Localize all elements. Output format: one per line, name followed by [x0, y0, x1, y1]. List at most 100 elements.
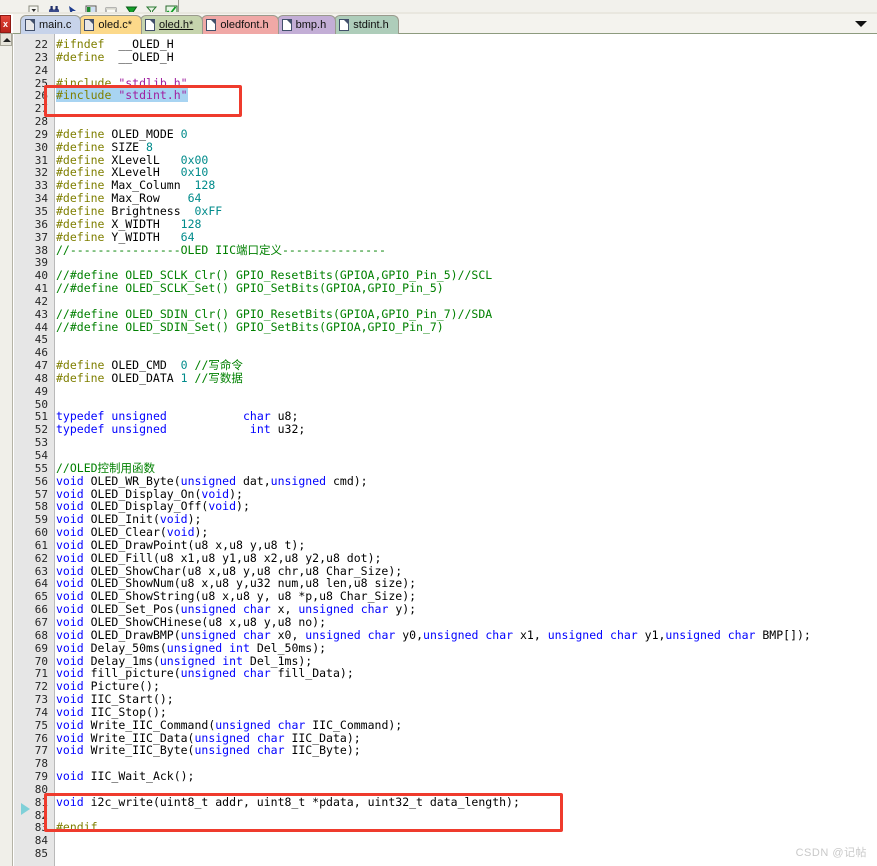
line-text[interactable]: //----------------OLED IIC端口定义----------… [48, 242, 386, 257]
green-check-icon[interactable] [165, 1, 178, 16]
arrow-icon[interactable] [68, 1, 78, 15]
close-icon[interactable]: x [0, 15, 11, 33]
code-token: void [56, 794, 84, 809]
code-token: unsigned [547, 627, 604, 642]
tab-label: oledfont.h [220, 19, 269, 31]
code-token: y); [388, 602, 417, 617]
code-token: u32; [270, 422, 306, 437]
code-token: //#define OLED_SDIN_Set() GPIO_SetBits(G… [56, 319, 444, 334]
code-token: char [610, 627, 638, 642]
dropdown-arrow-icon[interactable] [28, 1, 41, 15]
code-token: unsigned [194, 743, 250, 758]
code-line[interactable]: 81 void i2c_write(uint8_t addr, uint8_t *… [14, 794, 862, 809]
code-token: unsigned [423, 627, 479, 642]
code-line[interactable]: 53 [14, 436, 862, 449]
rectangle-icon[interactable] [105, 1, 118, 14]
code-line[interactable]: 52 typedef unsigned int u32; [14, 423, 862, 436]
code-line[interactable]: 49 [14, 385, 862, 398]
code-token: char [360, 602, 389, 617]
code-token: IIC_Byte); [284, 743, 361, 758]
file-icon [84, 19, 95, 31]
code-token: y0, [395, 627, 424, 642]
tab-oled-h-[interactable]: oled.h* [140, 15, 204, 34]
code-line[interactable]: 77 void Write_IIC_Byte(unsigned char IIC_… [14, 744, 862, 757]
file-icon [339, 19, 350, 31]
bookmark-marker-icon[interactable] [21, 803, 30, 815]
tab-label: oled.c* [98, 19, 133, 31]
bookmark-icon[interactable] [85, 1, 98, 16]
code-line[interactable]: 38//----------------OLED IIC端口定义--------… [14, 242, 862, 257]
editor-tabs: main.c oled.c* oled.h* oledfont.h bmp.h stdin… [20, 14, 399, 34]
tab-label: main.c [39, 19, 72, 31]
code-token: int [249, 422, 271, 437]
code-token: #include [56, 88, 112, 103]
code-line[interactable]: 79 void IIC_Wait_Ack(); [14, 770, 862, 783]
tab-label: bmp.h [295, 19, 327, 31]
code-token: #endif [56, 820, 98, 835]
code-token: x1, [513, 627, 548, 642]
line-text[interactable]: //#define OLED_SCLK_Set() GPIO_SetBits(G… [48, 282, 444, 295]
code-line[interactable]: 44//#define OLED_SDIN_Set() GPIO_SetBits… [14, 319, 862, 334]
line-text[interactable]: #endif [48, 821, 98, 834]
line-text[interactable]: typedef unsigned int u32; [48, 423, 305, 436]
code-token: cmd); [326, 473, 368, 488]
code-content[interactable]: 22 #ifndef __OLED_H 23 #define __OLED_H 24 25… [14, 38, 862, 860]
code-line[interactable]: 45 [14, 333, 862, 347]
code-line[interactable]: 26 #include "stdint.h" [14, 88, 862, 103]
file-icon [145, 19, 156, 31]
code-line[interactable]: 41//#define OLED_SCLK_Set() GPIO_SetBits… [14, 282, 862, 295]
watermark: CSDN @记帖 [795, 847, 867, 859]
tab-label: oled.h* [159, 19, 194, 31]
file-icon [206, 19, 217, 31]
code-token: void [208, 499, 237, 514]
line-text[interactable]: //#define OLED_SDIN_Set() GPIO_SetBits(G… [48, 319, 444, 334]
green-diamond-down-icon[interactable] [125, 1, 138, 16]
tab-oled-c-[interactable]: oled.c* [79, 15, 143, 34]
line-text[interactable]: void IIC_Wait_Ack(); [48, 770, 194, 783]
tab-stdint-h[interactable]: stdint.h [334, 15, 399, 34]
code-line[interactable]: 83 #endif [14, 821, 862, 834]
code-token: //----------------OLED IIC端口定义----------… [56, 242, 386, 257]
binoculars-icon[interactable] [48, 1, 61, 14]
code-line[interactable]: 85 [14, 847, 862, 860]
chevron-down-icon[interactable] [855, 18, 867, 30]
code-editor[interactable]: 22 #ifndef __OLED_H 23 #define __OLED_H 24 25… [14, 34, 862, 866]
code-line[interactable]: 23 #define __OLED_H [14, 49, 862, 64]
code-token: IIC_Wait_Ack(); [83, 769, 195, 784]
editor-right-margin [862, 34, 877, 866]
file-icon [25, 19, 35, 31]
code-token: #define [56, 370, 105, 385]
code-token: fill_Data); [270, 666, 354, 681]
code-line[interactable]: 82 [14, 809, 862, 822]
code-token: unsigned [180, 666, 237, 681]
code-token: OLED_DATA [104, 370, 181, 385]
left-rail [0, 33, 13, 866]
code-token: ); [236, 499, 250, 514]
code-line[interactable]: 84 [14, 834, 862, 847]
code-token: BMP[]); [755, 627, 811, 642]
code-token: //写数据 [194, 370, 243, 385]
line-text[interactable]: #define __OLED_H [48, 49, 174, 64]
scroll-up-button[interactable] [0, 33, 12, 46]
line-text[interactable]: #define OLED_DATA 1 //写数据 [48, 372, 243, 385]
code-line[interactable]: 48 #define OLED_DATA 1 //写数据 [14, 372, 862, 385]
filter-icon[interactable] [145, 1, 158, 15]
line-text[interactable]: void i2c_write(uint8_t addr, uint8_t *pd… [48, 794, 520, 809]
tab-bmp-h[interactable]: bmp.h [276, 15, 337, 34]
code-token: char [367, 627, 396, 642]
code-token: "stdint.h" [118, 88, 188, 103]
tab-main-c[interactable]: main.c [20, 15, 82, 34]
line-text[interactable]: void Write_IIC_Byte(unsigned char IIC_By… [48, 744, 361, 757]
line-text[interactable]: #include "stdint.h" [48, 88, 188, 103]
code-token: char [256, 743, 285, 758]
code-line[interactable]: 27 [14, 102, 862, 115]
tab-oledfont-h[interactable]: oledfont.h [201, 15, 279, 34]
code-token: void [56, 743, 84, 758]
code-token: __OLED_H [104, 49, 174, 64]
